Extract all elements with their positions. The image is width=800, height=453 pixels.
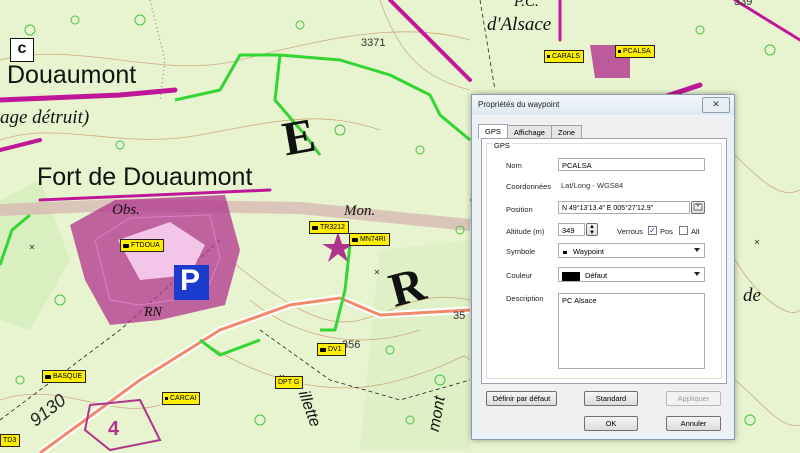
place-label-mon: Mon. [344,203,376,219]
place-label-rn: RN [144,305,162,320]
altitude-spinner[interactable]: ▲ ▼ [586,223,598,236]
place-label-de: de [743,285,761,306]
definir-par-defaut-button[interactable]: Définir par défaut [486,391,557,406]
close-button[interactable]: ✕ [702,97,730,113]
alt-lock-checkbox[interactable] [679,226,688,235]
waypoint-basque[interactable]: BASQUE [42,370,87,383]
place-label-pc: P.C. [514,0,539,10]
waypoint-icon [312,225,318,230]
description-label: Description [506,294,544,303]
couleur-label: Couleur [506,271,533,280]
waypoint-icon [547,55,550,58]
color-swatch [562,271,580,281]
waypoint-carcai[interactable]: CARCAI [162,392,201,405]
group-title: GPS [492,141,512,150]
altitude-label: Altitude (m) [506,227,545,236]
waypoint-dv1[interactable]: DV1 [317,343,346,356]
waypoint-tr3212[interactable]: TR3212 [309,221,349,234]
close-icon: ✕ [712,99,720,109]
waypoint-icon [618,50,621,53]
coordonnees-value: Lat/Long - WGS84 [561,181,624,190]
place-label-village: age détruit) [0,107,90,128]
dialog-title: Propriétés du waypoint [478,100,560,109]
alt-lock-label: Alt [691,227,700,236]
standard-button[interactable]: Standard [584,391,638,406]
altitude-label-339: 339 [734,0,753,8]
checkmark-icon: ✓ [649,226,656,235]
waypoint-icon [123,243,129,248]
pos-lock-label: Pos [660,227,673,236]
altitude-label-35: 35 [453,310,466,322]
place-label-fort: Fort de Douaumont [37,163,253,191]
spinner-arrows-icon: ▲ ▼ [589,224,595,236]
waypoint-icon [165,397,168,400]
appliquer-button[interactable]: Appliquer [666,391,721,406]
ok-button[interactable]: OK [584,416,638,431]
map-square-c: c [10,38,34,62]
dialog-titlebar[interactable]: Propriétés du waypoint ✕ [472,95,734,115]
position-input[interactable]: N 49°13'13.4" E 005°27'12.9" [558,201,690,214]
flag-icon [352,237,358,242]
chevron-down-icon [694,272,700,276]
nom-input[interactable]: PCALSA [558,158,705,171]
place-label-douaumont: Douaumont [7,61,137,89]
tab-zone[interactable]: Zone [550,125,583,139]
waypoint-pcalsa[interactable]: PCALSA [615,45,655,58]
tab-gps[interactable]: GPS [478,124,508,139]
waypoint-ftdoua[interactable]: FTDOUA [120,239,164,252]
symbole-select[interactable]: Waypoint [558,243,705,258]
altitude-label-3371: 3371 [361,37,386,49]
tab-affichage[interactable]: Affichage [506,125,552,139]
position-picker-button[interactable] [691,201,705,214]
car-icon [320,347,326,352]
annuler-button[interactable]: Annuler [666,416,721,431]
waypoint-mn74ri[interactable]: MN74RI [349,233,390,246]
map-picker-icon [693,202,703,211]
position-label: Position [506,205,533,214]
waypoint-carals[interactable]: CARALS [544,50,585,63]
chevron-down-icon [694,248,700,252]
couleur-select[interactable]: Défaut [558,267,705,282]
parking-icon: P [180,264,201,297]
description-textarea[interactable]: PC Alsace [558,293,705,369]
pos-lock-checkbox[interactable]: ✓ [648,226,657,235]
verrous-label: Verrous [617,227,643,236]
waypoint-dptg[interactable]: DPT G [275,376,304,389]
waypoint-symbol-icon [563,250,567,254]
symbole-label: Symbole [506,247,536,256]
waypoint-properties-dialog: Propriétés du waypoint ✕ GPS Affichage Z… [471,94,735,440]
place-label-alsace: d'Alsace [487,14,552,35]
house-icon [45,374,51,379]
place-label-obs: Obs. [112,202,140,218]
grid-number-4: 4 [108,418,120,440]
nom-label: Nom [506,161,522,170]
waypoint-td3[interactable]: TD3 [0,434,21,447]
altitude-input[interactable]: 349 [558,223,585,236]
coordonnees-label: Coordonnées [506,182,552,191]
